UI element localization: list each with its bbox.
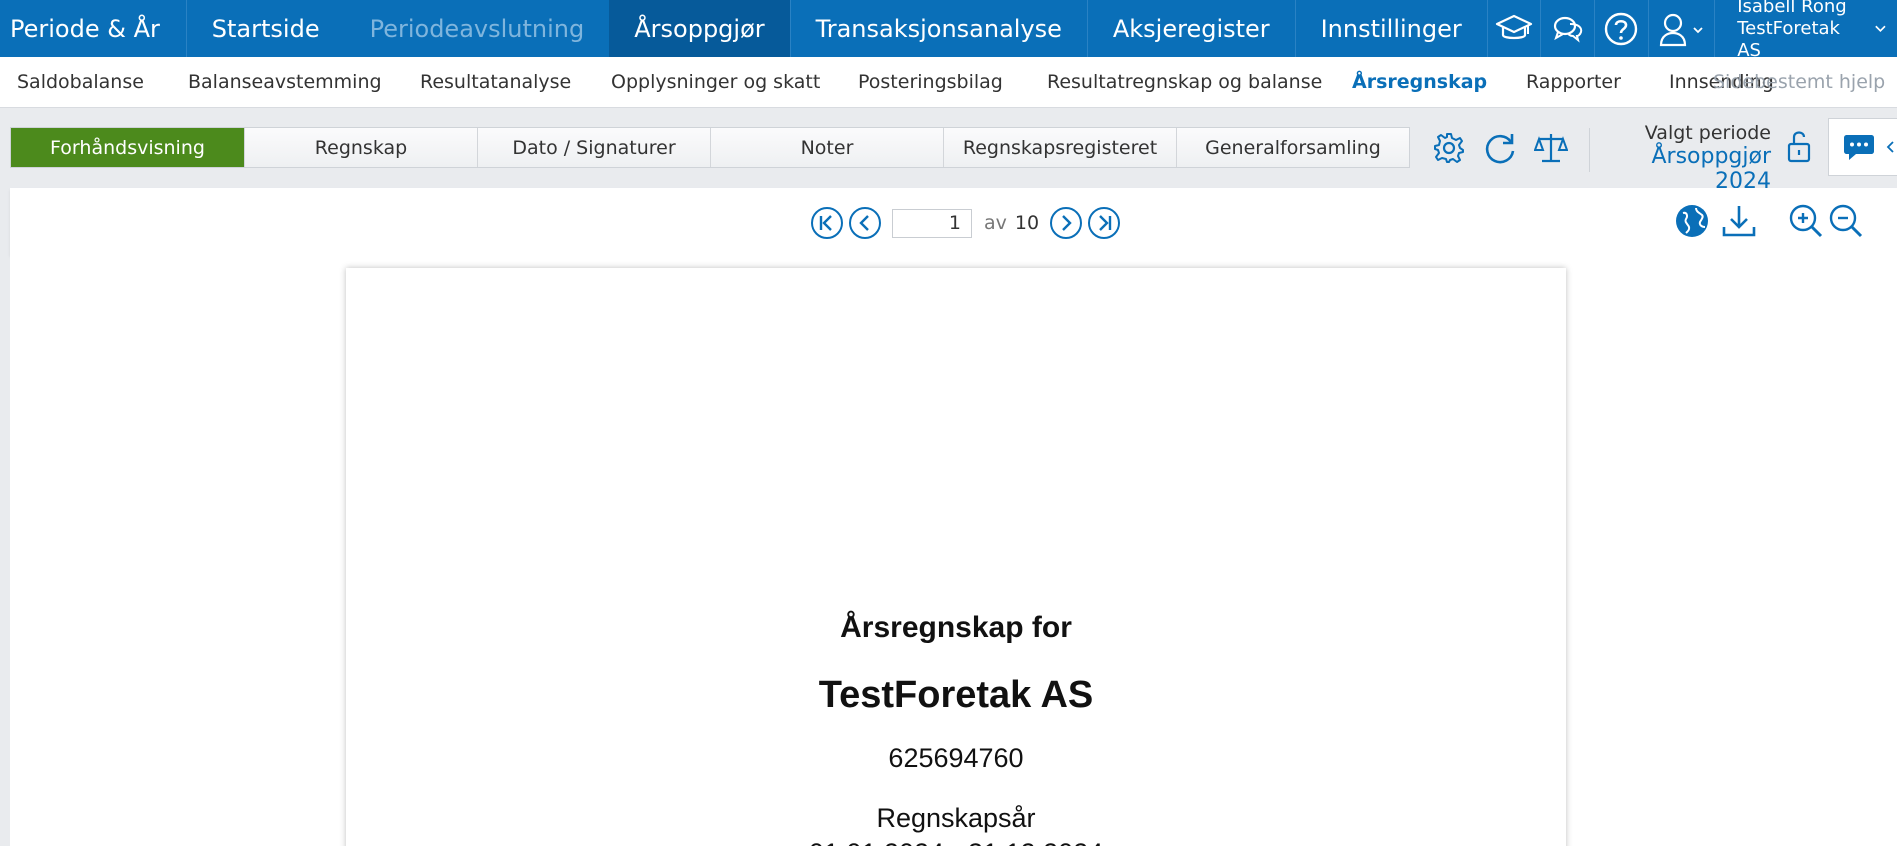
top-navigation: Periode & År Startside Periodeavslutning… [0, 0, 1897, 61]
subnav-resultatanalyse[interactable]: Resultatanalyse [420, 71, 571, 93]
download-icon[interactable] [1720, 203, 1758, 239]
user-account[interactable]: Isabell Rong TestForetak AS [1714, 0, 1897, 61]
subnav-resultatregnskap[interactable]: Resultatregnskap og balanse [1047, 71, 1322, 93]
page-number-input[interactable] [892, 208, 972, 238]
tab-noter[interactable]: Noter [710, 128, 943, 167]
subnav-balanseavstemming[interactable]: Balanseavstemming [188, 71, 382, 93]
document-org-number: 625694760 [888, 743, 1024, 773]
document-title: Årsregnskap for [840, 611, 1072, 644]
sub-navigation: Saldobalanse Balanseavstemming Resultata… [0, 57, 1897, 108]
nav-innstillinger[interactable]: Innstillinger [1296, 0, 1487, 57]
action-tools [1432, 128, 1568, 168]
nav-arsoppgjor[interactable]: Årsoppgjør [609, 0, 790, 57]
lock-button[interactable] [1786, 128, 1812, 168]
divider [1589, 128, 1590, 172]
document-area[interactable]: Årsregnskap for TestForetak AS 625694760… [10, 255, 1897, 846]
subnav-saldobalanse[interactable]: Saldobalanse [17, 71, 144, 93]
last-page-icon[interactable] [1087, 206, 1121, 240]
page-of-label: av [984, 212, 1007, 234]
document-year-label: Regnskapsår [876, 803, 1036, 833]
context-help-overlay: Sidebestemt hjelp [1713, 71, 1886, 93]
app-brand[interactable]: Periode & År [0, 0, 186, 57]
export-tools [1674, 203, 1758, 239]
nav-startside[interactable]: Startside [187, 0, 345, 57]
globe-icon[interactable] [1674, 203, 1710, 239]
zoom-out-icon[interactable] [1828, 203, 1864, 239]
subnav-arsregnskap[interactable]: Årsregnskap [1352, 71, 1487, 93]
unlock-icon [1787, 131, 1811, 163]
subnav-rapporter[interactable]: Rapporter [1526, 71, 1621, 93]
nav-aksjeregister[interactable]: Aksjeregister [1088, 0, 1295, 57]
academy-button[interactable] [1486, 0, 1541, 57]
chat-button[interactable] [1540, 0, 1594, 57]
scale-icon[interactable] [1534, 131, 1568, 165]
zoom-tools [1788, 203, 1864, 239]
graduation-cap-icon [1495, 14, 1533, 39]
period-label: Valgt periode [1644, 122, 1771, 144]
user-name: Isabell Rong [1737, 0, 1847, 17]
tab-regnskap[interactable]: Regnskap [244, 128, 477, 167]
tab-dato-signaturer[interactable]: Dato / Signaturer [477, 128, 710, 167]
period-value: Årsoppgjør 2024 [1651, 144, 1771, 194]
help-icon [1605, 12, 1638, 45]
nav-transaksjonsanalyse[interactable]: Transaksjonsanalyse [791, 0, 1087, 57]
previous-page-icon[interactable] [848, 206, 882, 240]
subnav-opplysninger[interactable]: Opplysninger og skatt [611, 71, 820, 93]
tab-forhandsvisning[interactable]: Forhåndsvisning [11, 128, 244, 167]
user-menu-button[interactable] [1647, 0, 1715, 57]
pager: av 10 [810, 206, 1121, 240]
viewer-toolbar: av 10 [10, 188, 1897, 255]
refresh-icon[interactable] [1482, 130, 1518, 166]
tab-regnskapsregisteret[interactable]: Regnskapsregisteret [943, 128, 1176, 167]
tab-generalforsamling[interactable]: Generalforsamling [1176, 128, 1409, 167]
first-page-icon[interactable] [810, 206, 844, 240]
subnav-posteringsbilag[interactable]: Posteringsbilag [858, 71, 1003, 93]
chat-bubbles-icon [1553, 16, 1582, 43]
chat-icon [1844, 135, 1874, 160]
document-company: TestForetak AS [818, 674, 1094, 716]
selected-period[interactable]: Valgt periode Årsoppgjør 2024 [1604, 122, 1771, 194]
chevron-left-icon [1886, 141, 1894, 153]
help-button[interactable] [1594, 0, 1648, 57]
report-viewer: av 10 Årsregnskap for TestForetak AS 625… [10, 188, 1897, 846]
page-total: 10 [1014, 212, 1040, 234]
chat-panel-toggle[interactable] [1828, 118, 1897, 176]
zoom-in-icon[interactable] [1788, 203, 1824, 239]
gear-icon[interactable] [1432, 131, 1466, 165]
document-page: Årsregnskap for TestForetak AS 625694760… [346, 268, 1566, 846]
nav-periodeavslutning[interactable]: Periodeavslutning [345, 0, 610, 57]
company-name: TestForetak AS [1737, 17, 1840, 61]
report-tabs: Forhåndsvisning Regnskap Dato / Signatur… [10, 127, 1410, 168]
chevron-down-icon [1875, 25, 1886, 32]
next-page-icon[interactable] [1049, 206, 1083, 240]
document-period-range: 01.01.2024 - 31.12.2024 [346, 838, 1566, 846]
user-icon [1660, 13, 1704, 46]
